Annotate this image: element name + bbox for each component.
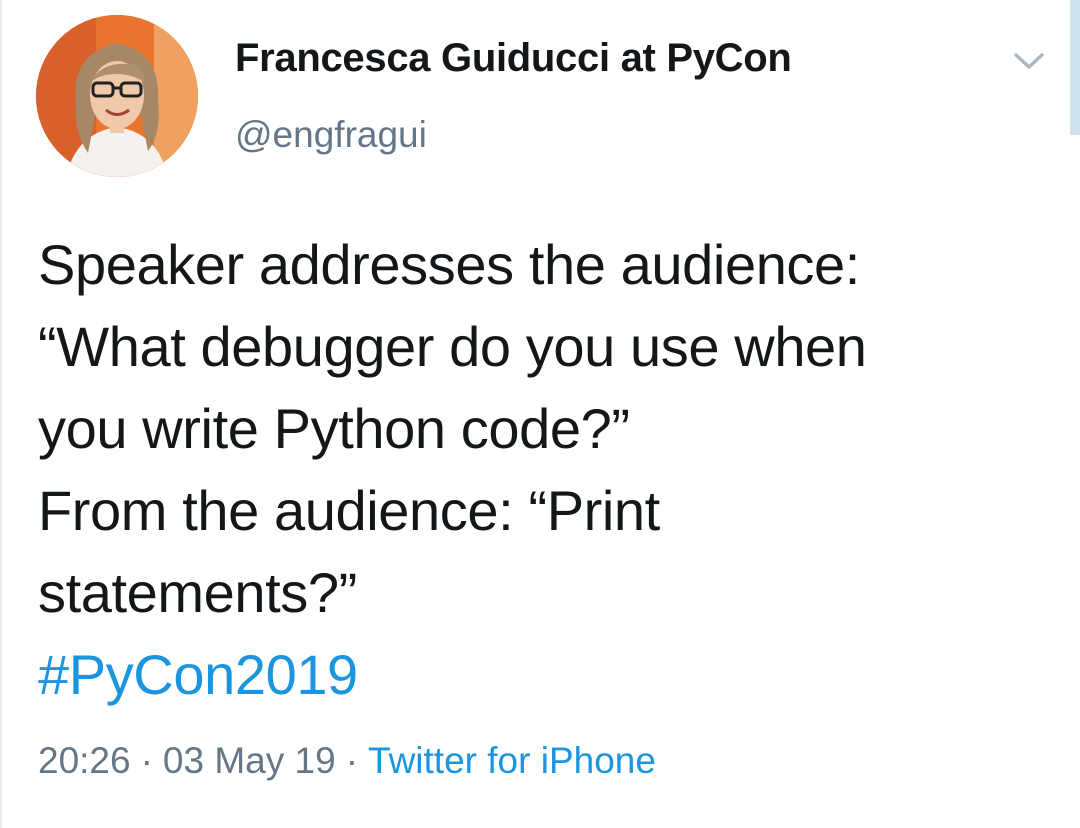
tweet-text: Speaker addresses the audience: “What de… (38, 224, 1058, 716)
tweet-time[interactable]: 20:26 (38, 740, 131, 781)
tweet-meta: 20:26 · 03 May 19 · Twitter for iPhone (38, 740, 656, 782)
author-handle[interactable]: @engfragui (235, 114, 427, 156)
tweet-date[interactable]: 03 May 19 (163, 740, 336, 781)
author-display-name[interactable]: Francesca Guiducci at PyCon (235, 36, 792, 81)
meta-separator: · (345, 740, 359, 781)
avatar[interactable] (36, 15, 198, 177)
tweet-card: Francesca Guiducci at PyCon @engfragui S… (0, 0, 1080, 828)
tweet-text-line: you write Python code?” (38, 397, 630, 460)
meta-separator: · (140, 740, 153, 781)
tweet-text-line: From the audience: “Print (38, 479, 660, 542)
chevron-down-icon[interactable] (1010, 46, 1048, 76)
tweet-text-line: Speaker addresses the audience: (38, 233, 860, 296)
tweet-source-link[interactable]: Twitter for iPhone (368, 740, 656, 781)
avatar-photo (36, 15, 198, 177)
tweet-text-line: “What debugger do you use when (38, 315, 867, 378)
tweet-text-line: statements?” (38, 561, 357, 624)
hashtag-link[interactable]: #PyCon2019 (38, 634, 1058, 716)
